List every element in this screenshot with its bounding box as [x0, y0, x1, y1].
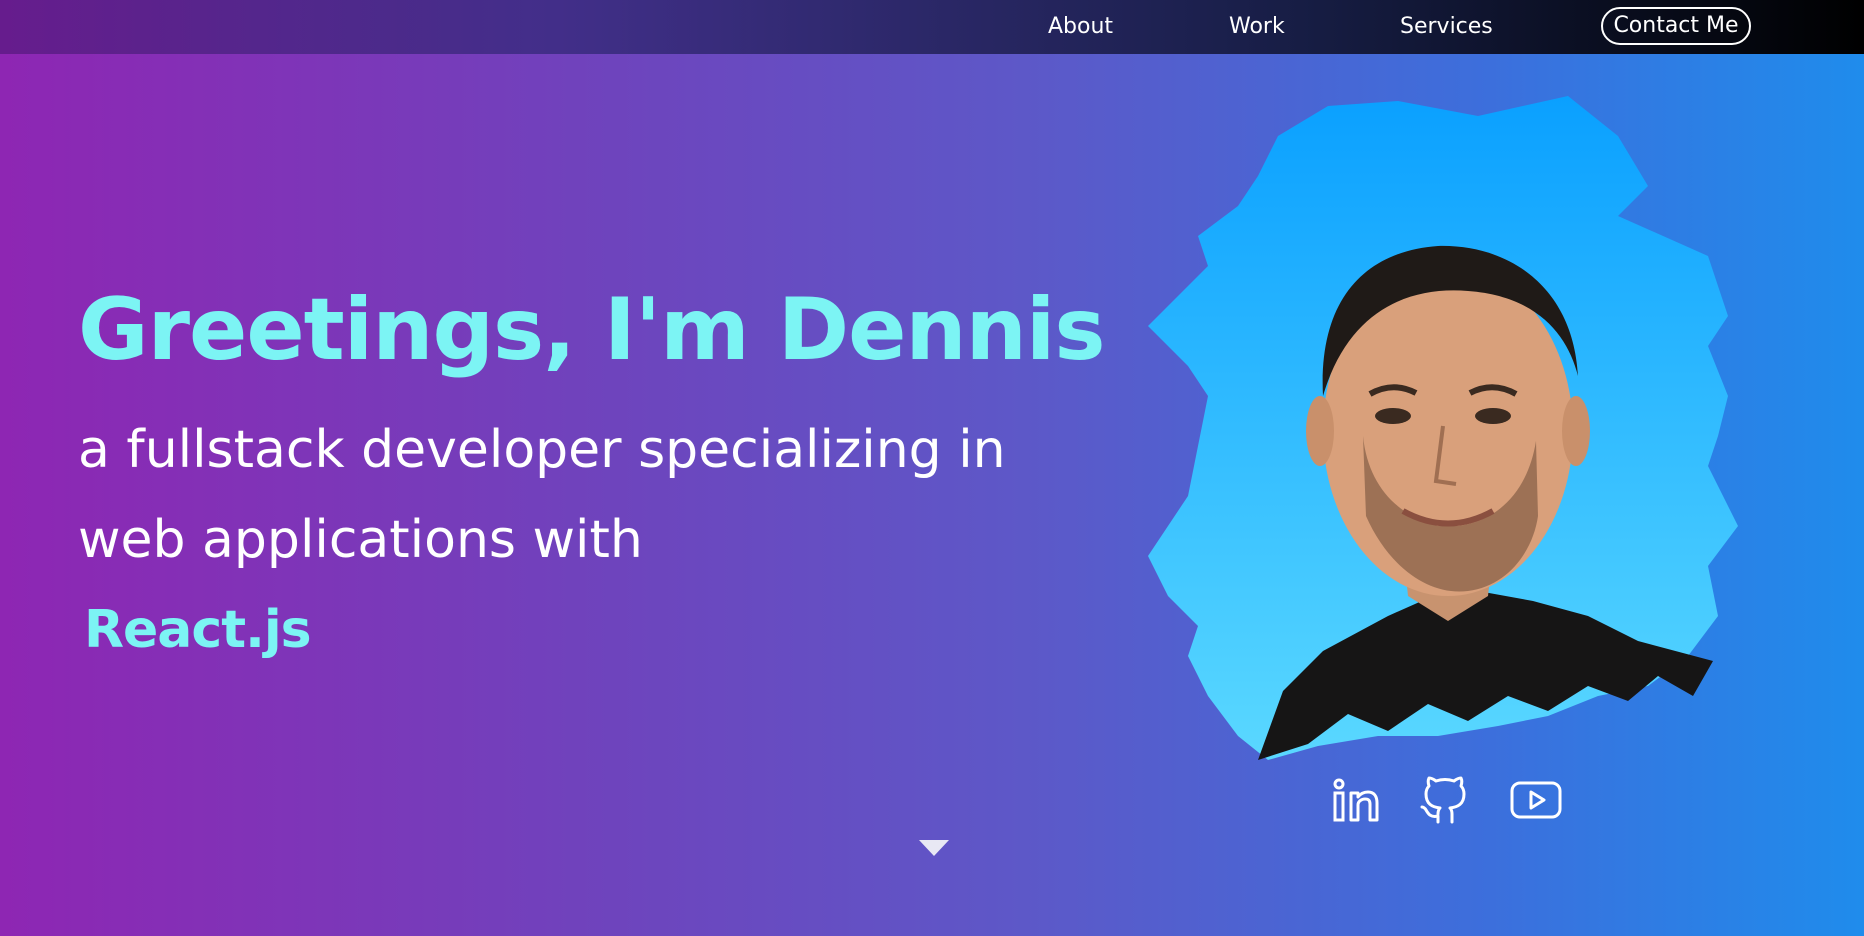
nav-work-link[interactable]: Work	[1229, 12, 1285, 42]
github-icon[interactable]	[1418, 774, 1472, 828]
nav-services-link[interactable]: Services	[1400, 12, 1493, 42]
scroll-down-arrow-icon[interactable]	[917, 838, 951, 858]
linkedin-icon[interactable]	[1327, 774, 1381, 828]
youtube-icon[interactable]	[1509, 774, 1563, 828]
hero-subtitle-line-2: web applications with	[78, 510, 643, 570]
contact-me-button[interactable]: Contact Me	[1601, 7, 1751, 45]
profile-portrait	[1148, 96, 1738, 760]
hero-subtitle-line-1: a fullstack developer specializing in	[78, 420, 1006, 480]
navbar: About Work Services Contact Me	[0, 0, 1864, 54]
nav-about-link[interactable]: About	[1048, 12, 1113, 42]
hero-technology: React.js	[84, 600, 312, 660]
hero-title: Greetings, I'm Dennis	[78, 280, 1106, 380]
